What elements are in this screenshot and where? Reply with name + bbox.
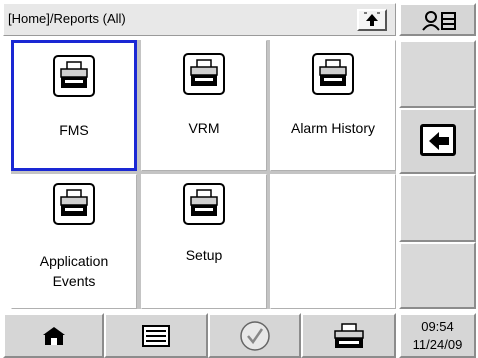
printer-icon — [53, 55, 95, 97]
clock-date: 11/24/09 — [412, 337, 463, 352]
printer-icon — [333, 322, 364, 348]
reports-screen: [Home]/Reports (All) FMS VRM Alarm Histo… — [0, 0, 478, 358]
tile-label: Alarm History — [290, 120, 375, 136]
clock-time: 09:54 — [421, 319, 454, 334]
tile-label-line-1: Application — [39, 253, 109, 269]
checkmark-icon — [239, 320, 270, 351]
back-arrow-icon — [420, 124, 456, 156]
tile-alarm-history[interactable]: Alarm History — [270, 40, 396, 171]
user-list-button[interactable] — [399, 3, 476, 36]
back-button[interactable] — [399, 108, 476, 174]
tile-setup[interactable]: Setup — [141, 174, 267, 309]
side-button-empty-1[interactable] — [399, 40, 476, 108]
breadcrumb-bar: [Home]/Reports (All) — [3, 3, 396, 36]
tile-label-line-2: Events — [52, 273, 96, 289]
breadcrumb: [Home]/Reports (All) — [8, 11, 126, 26]
tile-label: Setup — [185, 247, 223, 263]
printer-icon — [312, 53, 354, 95]
tile-fms[interactable]: FMS — [11, 40, 137, 171]
accept-button[interactable] — [208, 313, 301, 358]
up-level-button[interactable] — [357, 9, 387, 31]
printer-icon — [183, 53, 225, 95]
side-button-empty-3[interactable] — [399, 242, 476, 309]
tile-label: VRM — [188, 120, 220, 136]
list-icon — [142, 324, 170, 347]
up-arrow-icon — [364, 12, 380, 26]
tile-label: Application Events — [12, 251, 136, 291]
home-icon — [42, 326, 65, 345]
print-button[interactable] — [301, 313, 396, 358]
report-grid: FMS VRM Alarm History Application Events… — [11, 40, 396, 309]
home-button[interactable] — [3, 313, 104, 358]
list-button[interactable] — [104, 313, 208, 358]
clock-display: 09:54 11/24/09 — [399, 313, 476, 358]
printer-icon — [183, 183, 225, 225]
tile-vrm[interactable]: VRM — [141, 40, 267, 171]
tile-empty — [270, 174, 396, 309]
tile-application-events[interactable]: Application Events — [11, 174, 137, 309]
user-list-icon — [422, 11, 456, 31]
side-button-empty-2[interactable] — [399, 174, 476, 242]
printer-icon — [53, 183, 95, 225]
tile-label: FMS — [59, 122, 89, 138]
